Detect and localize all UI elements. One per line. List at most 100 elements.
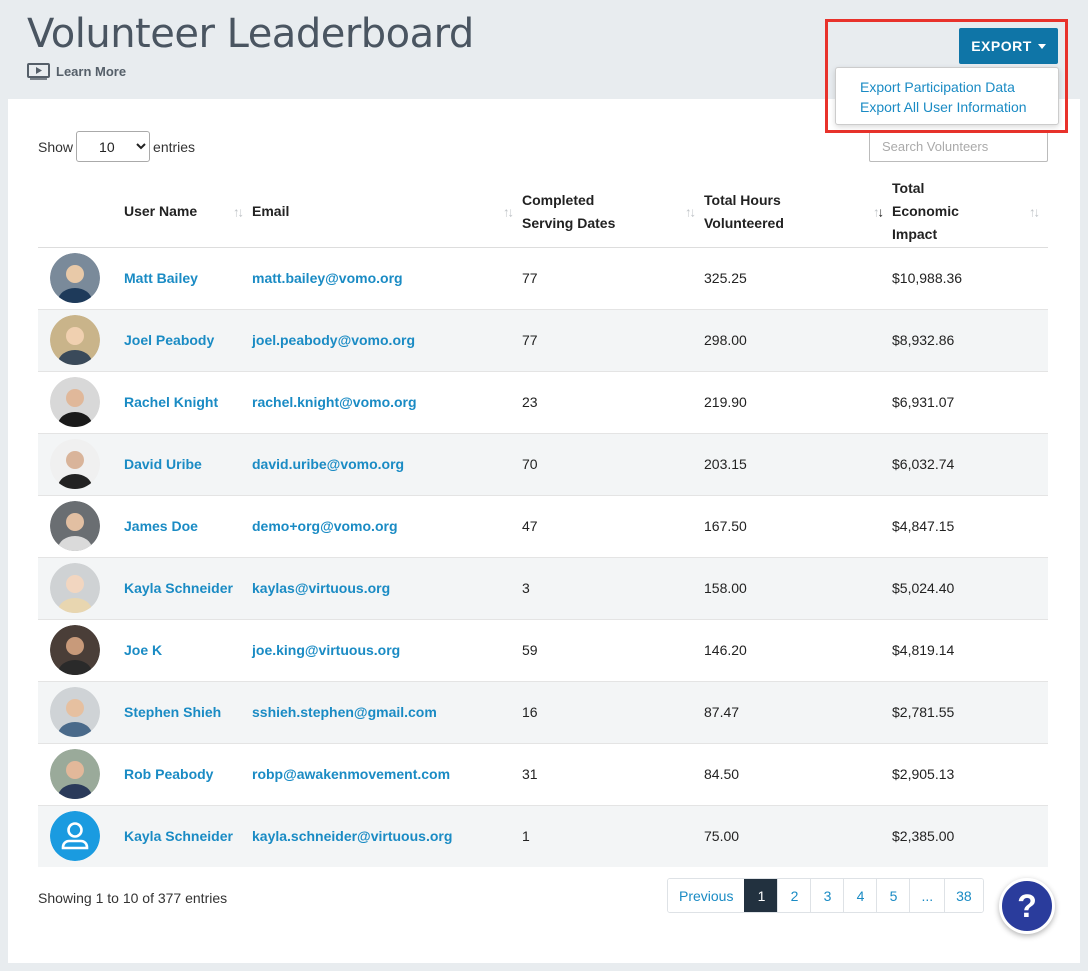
sort-icon: ↑↓ xyxy=(503,204,514,220)
economic-impact-cell: $5,024.40 xyxy=(892,556,1048,619)
completed-dates-cell: 77 xyxy=(522,308,704,371)
table-info: Showing 1 to 10 of 377 entries xyxy=(38,890,228,906)
total-hours-cell: 298.00 xyxy=(704,308,892,371)
user-name-cell: Kayla Schneider xyxy=(124,804,252,867)
table-row: Matt Bailey matt.bailey@vomo.org 77 325.… xyxy=(38,247,1048,309)
page-button-38[interactable]: 38 xyxy=(944,879,983,912)
user-name-cell: Joel Peabody xyxy=(124,308,252,371)
completed-dates-cell: 23 xyxy=(522,370,704,433)
column-header-user-name[interactable]: User Name ↑↓ xyxy=(124,177,252,248)
avatar-column-header xyxy=(38,177,124,248)
user-name-cell: Rob Peabody xyxy=(124,742,252,805)
column-header-email[interactable]: Email ↑↓ xyxy=(252,177,522,248)
user-name-link[interactable]: Matt Bailey xyxy=(124,270,198,286)
menu-item-export-all-user-information[interactable]: Export All User Information xyxy=(860,97,1058,117)
column-header-completed-serving-dates[interactable]: Completed Serving Dates ↑↓ xyxy=(522,177,704,248)
previous-page-button[interactable]: Previous xyxy=(668,879,745,912)
pagination-ellipsis: ... xyxy=(909,879,945,912)
learn-more-label: Learn More xyxy=(56,63,127,79)
total-hours-cell: 158.00 xyxy=(704,556,892,619)
search-input[interactable] xyxy=(869,131,1048,162)
completed-dates-cell: 1 xyxy=(522,804,704,867)
export-button-label: EXPORT xyxy=(971,38,1032,54)
menu-item-export-participation-data[interactable]: Export Participation Data xyxy=(860,77,1058,97)
learn-more-link[interactable]: Learn More xyxy=(27,62,126,80)
column-header-total-economic-impact[interactable]: Total Economic Impact ↑↓ xyxy=(892,177,1048,248)
user-name-link[interactable]: Joel Peabody xyxy=(124,332,214,348)
total-hours-cell: 146.20 xyxy=(704,618,892,681)
email-link[interactable]: sshieh.stephen@gmail.com xyxy=(252,704,437,720)
default-user-icon xyxy=(50,811,100,862)
sort-icon: ↑↓ xyxy=(685,204,696,220)
email-link[interactable]: kayla.schneider@virtuous.org xyxy=(252,828,452,844)
email-link[interactable]: joel.peabody@vomo.org xyxy=(252,332,415,348)
table-row: Joe K joe.king@virtuous.org 59 146.20 $4… xyxy=(38,618,1048,681)
economic-impact-cell: $6,931.07 xyxy=(892,370,1048,433)
table-row: James Doe demo+org@vomo.org 47 167.50 $4… xyxy=(38,494,1048,557)
email-link[interactable]: david.uribe@vomo.org xyxy=(252,456,404,472)
user-name-cell: Joe K xyxy=(124,618,252,681)
economic-impact-cell: $4,819.14 xyxy=(892,618,1048,681)
economic-impact-cell: $6,032.74 xyxy=(892,432,1048,495)
user-name-link[interactable]: Kayla Schneider xyxy=(124,828,233,844)
page-button-2[interactable]: 2 xyxy=(777,879,811,912)
economic-impact-cell: $4,847.15 xyxy=(892,494,1048,557)
user-name-link[interactable]: James Doe xyxy=(124,518,198,534)
user-name-link[interactable]: Rachel Knight xyxy=(124,394,218,410)
user-name-link[interactable]: Stephen Shieh xyxy=(124,704,221,720)
page-button-1[interactable]: 1 xyxy=(744,879,778,912)
user-name-link[interactable]: Joe K xyxy=(124,642,162,658)
economic-impact-cell: $8,932.86 xyxy=(892,308,1048,371)
total-hours-cell: 84.50 xyxy=(704,742,892,805)
table-row: Kayla Schneider kaylas@virtuous.org 3 15… xyxy=(38,556,1048,619)
help-button[interactable]: ? xyxy=(999,878,1055,934)
email-cell: robp@awakenmovement.com xyxy=(252,742,522,805)
caret-down-icon xyxy=(1037,43,1046,49)
total-hours-cell: 325.25 xyxy=(704,270,747,286)
table-row: Rob Peabody robp@awakenmovement.com 31 8… xyxy=(38,742,1048,805)
email-cell: rachel.knight@vomo.org xyxy=(252,370,522,433)
economic-impact-cell: $10,988.36 xyxy=(892,270,963,286)
completed-dates-cell: 47 xyxy=(522,494,704,557)
user-name-link[interactable]: Kayla Schneider xyxy=(124,580,233,596)
email-link[interactable]: robp@awakenmovement.com xyxy=(252,766,450,782)
economic-impact-cell: $2,781.55 xyxy=(892,680,1048,743)
table-row: Rachel Knight rachel.knight@vomo.org 23 … xyxy=(38,370,1048,433)
avatar xyxy=(50,687,100,737)
user-name-link[interactable]: Rob Peabody xyxy=(124,766,213,782)
table-row: Stephen Shieh sshieh.stephen@gmail.com 1… xyxy=(38,680,1048,743)
sort-icon: ↑↓ xyxy=(1029,204,1040,220)
total-hours-cell: 167.50 xyxy=(704,494,892,557)
avatar-cell xyxy=(38,742,124,805)
email-cell: demo+org@vomo.org xyxy=(252,494,522,557)
total-hours-cell: 75.00 xyxy=(704,804,892,867)
table-row: Joel Peabody joel.peabody@vomo.org 77 29… xyxy=(38,308,1048,371)
page-button-4[interactable]: 4 xyxy=(843,879,877,912)
page-button-3[interactable]: 3 xyxy=(810,879,844,912)
page-button-5[interactable]: 5 xyxy=(876,879,910,912)
page-size-select[interactable]: 10 xyxy=(76,131,151,162)
page-size-control: Show 10 entries xyxy=(38,131,195,162)
avatar xyxy=(50,625,100,675)
user-name-cell: Matt Bailey xyxy=(124,247,252,309)
avatar xyxy=(50,315,100,365)
total-hours-cell: 87.47 xyxy=(704,680,892,743)
completed-dates-cell: 59 xyxy=(522,618,704,681)
export-button[interactable]: EXPORT xyxy=(959,28,1058,64)
avatar xyxy=(50,377,100,427)
avatar-cell xyxy=(38,432,124,495)
email-link[interactable]: kaylas@virtuous.org xyxy=(252,580,390,596)
email-link[interactable]: joe.king@virtuous.org xyxy=(252,642,400,658)
sort-icon: ↑↓ xyxy=(233,204,244,220)
export-dropdown-menu: Export Participation Data Export All Use… xyxy=(835,67,1059,125)
column-header-total-hours-volunteered[interactable]: Total Hours Volunteered ↑↓ xyxy=(704,177,892,248)
avatar xyxy=(50,749,100,799)
column-header-label: Total Economic Impact xyxy=(892,180,959,243)
email-link[interactable]: demo+org@vomo.org xyxy=(252,518,398,534)
avatar-cell xyxy=(38,680,124,743)
user-name-link[interactable]: David Uribe xyxy=(124,456,202,472)
avatar xyxy=(50,563,100,613)
email-link[interactable]: matt.bailey@vomo.org xyxy=(252,270,403,286)
email-cell: kaylas@virtuous.org xyxy=(252,556,522,619)
email-link[interactable]: rachel.knight@vomo.org xyxy=(252,394,417,410)
